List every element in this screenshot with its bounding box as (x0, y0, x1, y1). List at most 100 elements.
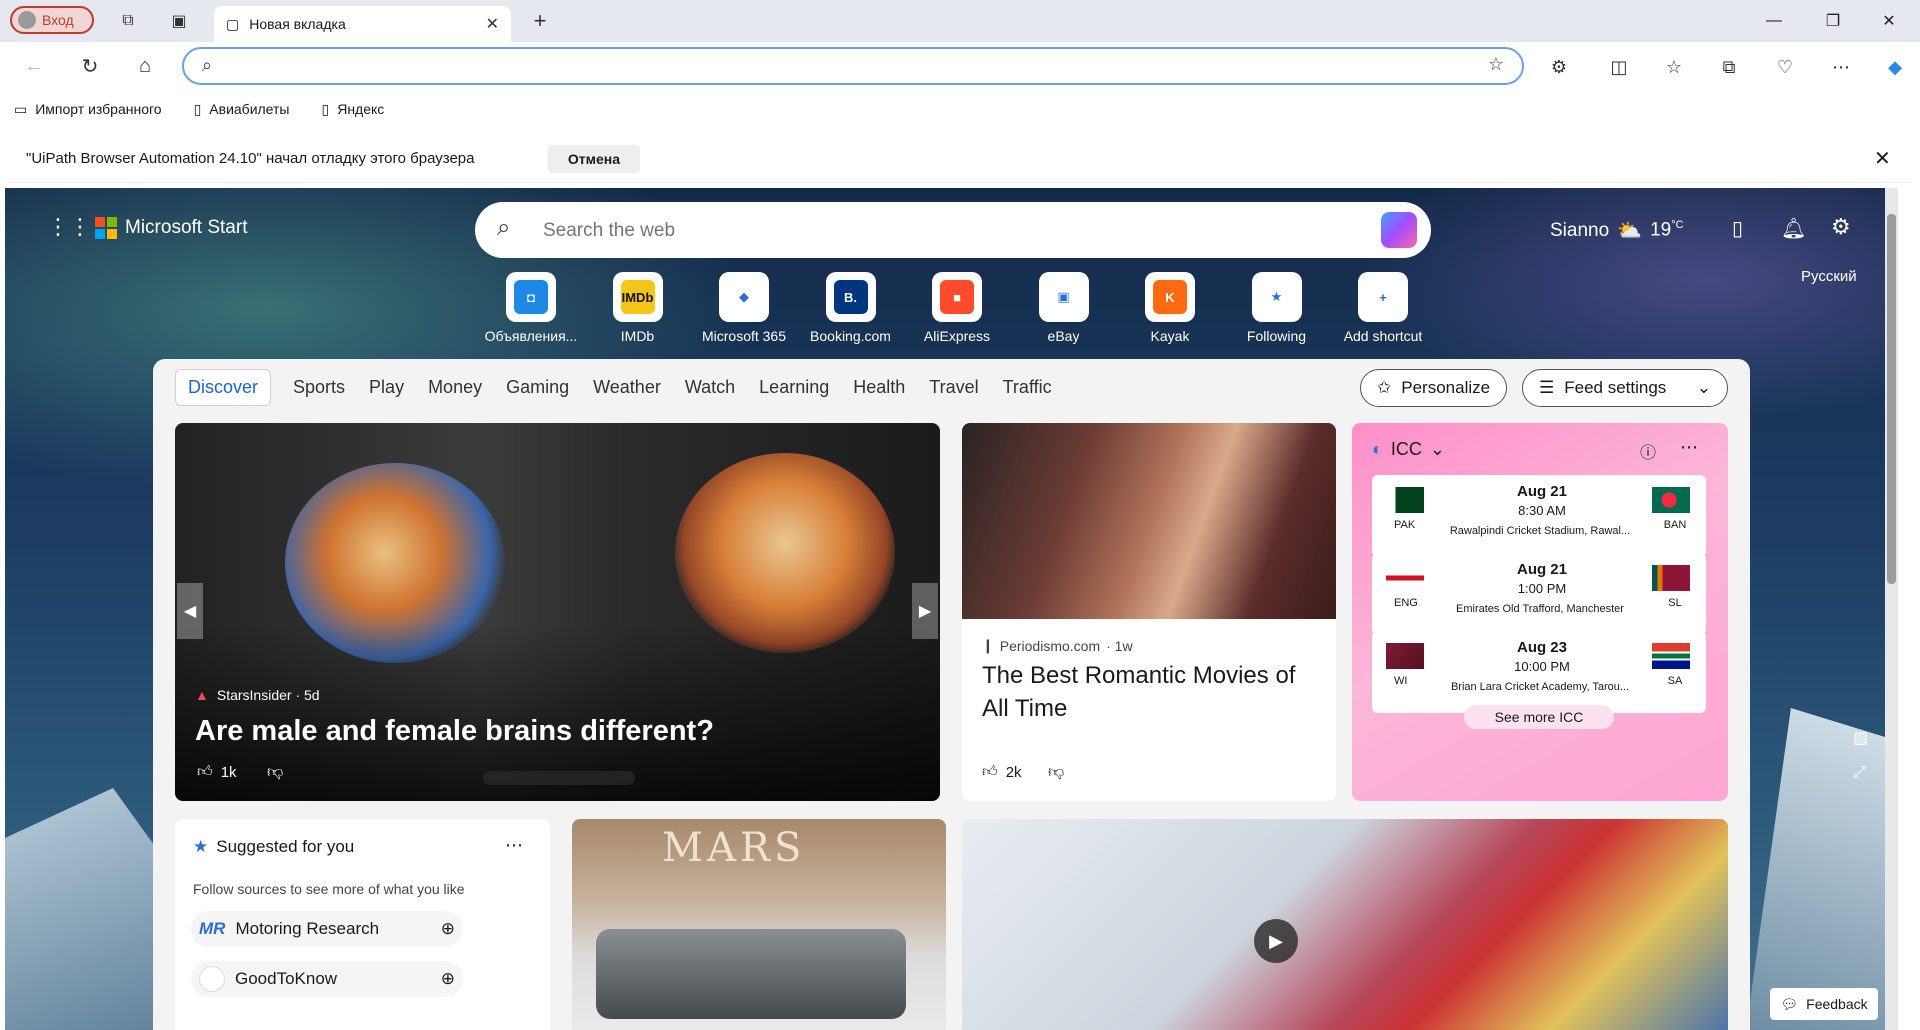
vertical-tabs-icon[interactable]: ▣ (165, 7, 193, 35)
match-card[interactable]: WI SA Aug 23 10:00 PM Brian Lara Cricket Aca… (1372, 631, 1706, 713)
settings-gear-icon[interactable]: ⚙ (1831, 214, 1851, 240)
home-icon[interactable]: ⌂ (129, 50, 161, 82)
follow-plus-icon[interactable]: ⊕ (441, 919, 455, 939)
close-window-button[interactable]: ✕ (1866, 8, 1912, 34)
source-name: GoodToKnow (235, 969, 338, 988)
shortcut-plus[interactable]: + Add shortcut (1331, 272, 1435, 344)
copilot-icon[interactable]: ◆ (1880, 52, 1910, 82)
tab-learning[interactable]: Learning (747, 369, 841, 406)
thumbs-down-icon[interactable]: 👎︎ (1048, 763, 1064, 782)
bookmarks-bar: ▭ Импорт избранного ▯ Авиабилеты ▯ Яндек… (0, 90, 1920, 128)
tab-health[interactable]: Health (841, 369, 917, 406)
movie-like-button[interactable]: 👍︎ 2k (982, 763, 1022, 781)
avatar-icon (18, 11, 36, 29)
shortcut-booking[interactable]: B. Booking.com (799, 272, 903, 344)
carousel-next-icon[interactable]: ▶ (912, 583, 938, 639)
video-article-card[interactable]: ▶ (962, 819, 1728, 1030)
bookmark-import[interactable]: ▭ Импорт избранного (14, 101, 162, 118)
more-options-icon[interactable]: ⋯ (1680, 437, 1698, 458)
personalize-button[interactable]: ✩ Personalize (1360, 369, 1508, 407)
icc-cricket-widget: ◐ ICC ⌄ ⓘ ⋯ PAK BAN Aug 21 8:30 AM Rawalpind… (1352, 423, 1728, 801)
favorites-icon[interactable]: ☆ (1659, 52, 1689, 82)
cancel-debugging-button[interactable]: Отмена (548, 145, 640, 173)
minimize-button[interactable]: — (1751, 8, 1797, 34)
close-tab-icon[interactable]: ✕ (486, 14, 499, 34)
feedback-button[interactable]: 💬︎ Feedback (1770, 988, 1878, 1020)
favorite-star-icon[interactable]: ☆ (1488, 54, 1504, 75)
play-video-icon[interactable]: ▶ (1254, 919, 1298, 963)
tab-gaming[interactable]: Gaming (494, 369, 581, 406)
info-icon[interactable]: ⓘ (1640, 439, 1656, 463)
shortcut-m365[interactable]: ◆ Microsoft 365 (692, 272, 796, 344)
collections-icon[interactable]: ⧉ (1714, 52, 1744, 82)
suggested-source-goodtoknow[interactable]: GoodToKnow ⊕ (191, 961, 463, 997)
phone-icon[interactable]: ▯ (1732, 216, 1743, 241)
refresh-icon[interactable]: ↻ (74, 50, 106, 82)
shortcut-objavlenia[interactable]: ◘ Объявления... (479, 272, 583, 344)
bookmark-aviabilety[interactable]: ▯ Авиабилеты (194, 101, 290, 118)
match-card[interactable]: PAK BAN Aug 21 8:30 AM Rawalpindi Cricket St… (1372, 475, 1706, 557)
web-search-input[interactable] (541, 217, 1345, 245)
split-screen-icon[interactable]: ◫ (1604, 52, 1634, 82)
close-infobar-icon[interactable]: ✕ (1874, 146, 1891, 171)
hero-title[interactable]: Are male and female brains different? (195, 715, 714, 748)
plus-icon: + (1358, 272, 1408, 322)
movie-article-card[interactable]: ❙ Periodismo.com · 1w The Best Romantic … (962, 423, 1336, 801)
more-options-icon[interactable]: ⋯ (1826, 52, 1856, 82)
microsoft-start-logo[interactable]: Microsoft Start (95, 217, 247, 239)
tab-weather[interactable]: Weather (581, 369, 673, 406)
mars-poster-text: MARS (662, 825, 806, 871)
hero-source[interactable]: ▲ StarsInsider · 5d (195, 687, 320, 703)
profile-login-button[interactable]: Вход (10, 6, 94, 34)
movie-title[interactable]: The Best Romantic Movies of All Time (982, 659, 1322, 725)
hero-article-card[interactable]: ◀ ▶ ▲ StarsInsider · 5d Are male and fem… (175, 423, 940, 801)
mars-rover-image (596, 929, 906, 1019)
mars-rover-article-card[interactable]: MARS (572, 819, 946, 1030)
icc-header[interactable]: ◐ ICC ⌄ (1372, 439, 1445, 460)
extensions-icon[interactable]: ⚙ (1544, 52, 1574, 82)
tab-discover[interactable]: Discover (175, 369, 272, 406)
carousel-indicator[interactable] (483, 771, 635, 785)
tab-travel[interactable]: Travel (917, 369, 990, 406)
shortcut-kayak[interactable]: K Kayak (1118, 272, 1222, 344)
movie-source[interactable]: ❙ Periodismo.com · 1w (982, 637, 1133, 654)
match-card[interactable]: ENG SL Aug 21 1:00 PM Emirates Old Trafford,… (1372, 553, 1706, 635)
match-venue: Emirates Old Trafford, Manchester (1456, 603, 1624, 615)
tab-traffic[interactable]: Traffic (991, 369, 1064, 406)
address-input[interactable] (232, 55, 1456, 79)
see-more-icc-button[interactable]: See more ICC (1464, 705, 1614, 729)
follow-plus-icon[interactable]: ⊕ (441, 969, 455, 989)
copilot-icon[interactable] (1381, 212, 1417, 248)
expand-icon[interactable]: ⤢ (1853, 764, 1866, 782)
bookmark-yandex[interactable]: ▯ Яндекс (321, 101, 384, 118)
address-bar[interactable]: ⌕ ☆ (182, 47, 1524, 85)
tab-sports[interactable]: Sports (281, 369, 357, 406)
tab-watch[interactable]: Watch (673, 369, 747, 406)
carousel-prev-icon[interactable]: ◀ (177, 583, 203, 639)
shortcut-following[interactable]: ★ Following (1225, 272, 1329, 344)
shortcut-imdb[interactable]: IMDb IMDb (586, 272, 690, 344)
browser-essentials-icon[interactable]: ♡ (1770, 52, 1800, 82)
shortcut-aliexpress[interactable]: ■ AliExpress (905, 272, 1009, 344)
more-options-icon[interactable]: ⋯ (505, 835, 523, 856)
notifications-bell-icon[interactable]: 🔔︎ (1781, 216, 1806, 241)
web-search-box[interactable]: ⌕ (475, 202, 1431, 258)
maximize-button[interactable]: ❐ (1810, 8, 1856, 34)
suggested-source-motoring-research[interactable]: MR Motoring Research ⊕ (191, 911, 463, 947)
thumbs-down-icon[interactable]: 👎︎ (267, 763, 283, 782)
new-tab-icon[interactable]: + (526, 7, 554, 35)
tab-new-tab[interactable]: ▢ Новая вкладка ✕ (214, 6, 511, 42)
shortcut-label: Following (1246, 328, 1307, 344)
background-image-icon[interactable]: ▨ (1853, 728, 1868, 748)
apps-launcher-icon[interactable]: ⋮⋮ (47, 214, 91, 240)
shortcut-ebay[interactable]: ▣ eBay (1012, 272, 1116, 344)
feed-settings-button[interactable]: ☰ Feed settings ⌄ (1522, 369, 1728, 407)
workspaces-icon[interactable]: ⧉ (114, 7, 142, 35)
back-icon[interactable]: ← (18, 50, 50, 82)
language-label[interactable]: Русский (1801, 268, 1857, 285)
scrollbar-thumb[interactable] (1887, 214, 1896, 584)
tab-money[interactable]: Money (416, 369, 494, 406)
tab-play[interactable]: Play (357, 369, 416, 406)
weather-widget[interactable]: Sianno ⛅ 19°C (1550, 218, 1684, 243)
hero-like-button[interactable]: 👍︎ 1k (197, 763, 237, 781)
